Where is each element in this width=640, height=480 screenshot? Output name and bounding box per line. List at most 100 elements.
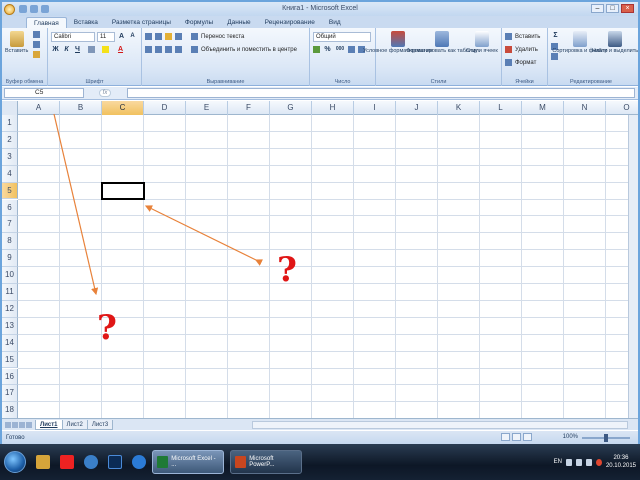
- zoom-slider-thumb[interactable]: [604, 434, 608, 442]
- cell-styles-button[interactable]: Стили ячеек: [466, 31, 498, 54]
- tab-view[interactable]: Вид: [322, 17, 348, 28]
- autosum-button[interactable]: Σ: [551, 31, 560, 40]
- tab-data[interactable]: Данные: [220, 17, 257, 28]
- align-center-icon[interactable]: [155, 46, 162, 53]
- name-box[interactable]: C5: [4, 88, 84, 98]
- normal-view-button[interactable]: [501, 433, 510, 441]
- start-button-icon[interactable]: [4, 451, 26, 473]
- italic-button[interactable]: К: [62, 45, 71, 54]
- currency-icon[interactable]: [313, 46, 320, 53]
- sort-filter-icon: [572, 31, 587, 47]
- orientation-icon[interactable]: [175, 33, 182, 40]
- fill-color-icon[interactable]: [102, 46, 109, 53]
- format-as-table-icon: [434, 31, 449, 47]
- styles-group-label: Стили: [430, 79, 447, 85]
- conditional-formatting-icon: [391, 31, 405, 47]
- network-icon[interactable]: [585, 458, 592, 466]
- insert-function-button[interactable]: fx: [98, 89, 112, 97]
- tab-formulas[interactable]: Формулы: [178, 17, 220, 28]
- borders-icon[interactable]: [88, 46, 95, 53]
- tab-review[interactable]: Рецензирование: [258, 17, 322, 28]
- format-cells-icon: [505, 59, 512, 66]
- question-mark-right: ?: [277, 250, 297, 290]
- copy-icon[interactable]: [33, 41, 41, 48]
- powerpoint-icon: [235, 456, 247, 468]
- next-sheet-icon[interactable]: [19, 421, 25, 428]
- align-middle-icon[interactable]: [155, 33, 162, 40]
- indent-icon[interactable]: [175, 46, 182, 53]
- format-painter-icon[interactable]: [33, 51, 41, 58]
- grow-font-button[interactable]: A: [117, 32, 126, 41]
- underline-button[interactable]: Ч: [73, 45, 82, 54]
- shrink-font-button[interactable]: A: [128, 32, 137, 41]
- find-select-label: Найти и выделить: [591, 48, 639, 54]
- minimize-button[interactable]: –: [591, 4, 604, 13]
- wrap-text-icon: [191, 33, 198, 40]
- excel-icon: [157, 456, 169, 468]
- title-bar: Книга1 - Microsoft Excel – □ ×: [2, 2, 638, 16]
- sheet-tab-2[interactable]: Лист2: [61, 419, 88, 430]
- language-indicator[interactable]: EN: [554, 459, 562, 465]
- align-bottom-icon[interactable]: [165, 33, 172, 40]
- vertical-scrollbar[interactable]: [628, 115, 638, 418]
- volume-icon[interactable]: [575, 458, 582, 466]
- close-button[interactable]: ×: [621, 4, 634, 13]
- system-tray: EN 20:36 20.10.2015: [554, 444, 636, 480]
- number-format-select[interactable]: Общий: [313, 31, 371, 42]
- worksheet-grid[interactable]: ABCDEFGHIJKLMNO 1 2 3 4 5 6 7 8 9 10 11 12 13 14 15 16 1…: [2, 101, 638, 418]
- insert-cells-button[interactable]: Вставить: [515, 34, 540, 40]
- increase-decimal-icon[interactable]: [348, 46, 355, 53]
- editing-group: Σ Сортировка и фильтр Найти и выделить Р…: [548, 28, 638, 86]
- delete-cells-button[interactable]: Удалить: [515, 47, 538, 53]
- font-group-label: Шрифт: [85, 79, 104, 85]
- taskbar-powerpoint[interactable]: Microsoft PowerP...: [230, 450, 302, 474]
- tab-home[interactable]: Главная: [26, 17, 67, 28]
- taskbar: Microsoft Excel - ... Microsoft PowerP..…: [0, 444, 640, 480]
- yandex-icon[interactable]: [60, 455, 74, 469]
- antivirus-icon[interactable]: [595, 458, 602, 466]
- media-player-icon[interactable]: [84, 455, 98, 469]
- photoshop-icon[interactable]: [108, 455, 122, 469]
- arrow-to-column-header: [53, 113, 99, 296]
- font-size-select[interactable]: 11: [97, 31, 115, 42]
- percent-button[interactable]: %: [323, 45, 332, 54]
- sheet-tab-3[interactable]: Лист3: [86, 419, 114, 430]
- bold-button[interactable]: Ж: [51, 45, 60, 54]
- thousands-button[interactable]: 000: [334, 45, 346, 54]
- merge-center-button[interactable]: Объединить и поместить в центре: [201, 47, 297, 53]
- wrap-text-button[interactable]: Перенос текста: [201, 34, 244, 40]
- align-top-icon[interactable]: [145, 33, 152, 40]
- zoom-slider[interactable]: [582, 434, 630, 442]
- formula-input[interactable]: [127, 88, 635, 98]
- delete-cells-icon: [505, 46, 512, 53]
- tab-insert[interactable]: Вставка: [67, 17, 105, 28]
- number-group-label: Число: [334, 79, 351, 85]
- prev-sheet-icon[interactable]: [12, 421, 18, 428]
- cut-icon[interactable]: [33, 31, 41, 38]
- clear-icon[interactable]: [551, 53, 558, 60]
- taskbar-excel[interactable]: Microsoft Excel - ...: [152, 450, 224, 474]
- paste-button[interactable]: Вставить: [5, 31, 28, 54]
- maximize-button[interactable]: □: [606, 4, 619, 13]
- align-right-icon[interactable]: [165, 46, 172, 53]
- folder-icon[interactable]: [36, 455, 50, 469]
- format-as-table-button[interactable]: Форматировать как таблицу: [406, 31, 478, 54]
- first-sheet-icon[interactable]: [5, 421, 11, 428]
- sheet-tab-1[interactable]: Лист1: [35, 419, 63, 430]
- format-cells-button[interactable]: Формат: [515, 60, 536, 66]
- merge-icon: [191, 46, 198, 53]
- zoom-level[interactable]: 100%: [563, 434, 578, 440]
- clock[interactable]: 20:36 20.10.2015: [606, 454, 636, 470]
- tab-page-layout[interactable]: Разметка страницы: [105, 17, 178, 28]
- align-left-icon[interactable]: [145, 46, 152, 53]
- find-select-button[interactable]: Найти и выделить: [592, 31, 638, 54]
- last-sheet-icon[interactable]: [26, 421, 32, 428]
- page-break-view-button[interactable]: [523, 433, 532, 441]
- font-color-button[interactable]: A: [116, 45, 125, 54]
- horizontal-scrollbar[interactable]: [252, 421, 628, 429]
- page-layout-view-button[interactable]: [512, 433, 521, 441]
- tray-arrow-icon[interactable]: [565, 458, 572, 466]
- sort-filter-button[interactable]: Сортировка и фильтр: [552, 31, 608, 54]
- font-name-select[interactable]: Calibri: [51, 31, 95, 42]
- internet-explorer-icon[interactable]: [132, 455, 146, 469]
